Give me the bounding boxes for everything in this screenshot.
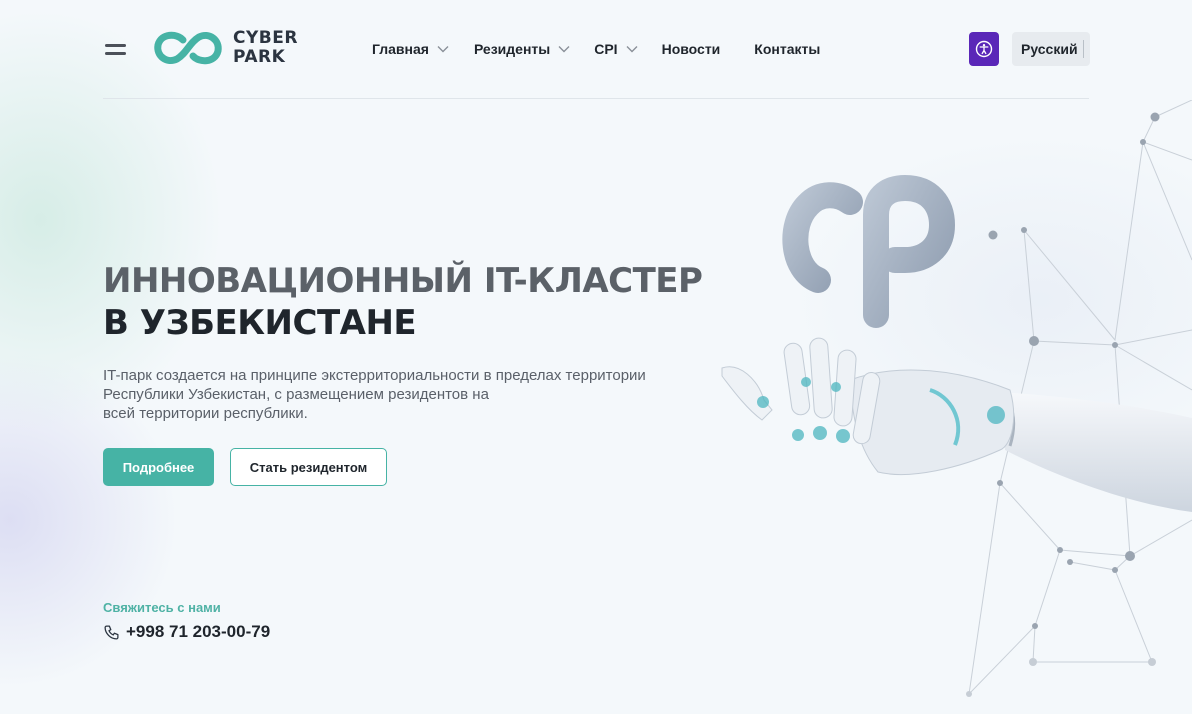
language-label: Русский: [1021, 41, 1078, 57]
accessibility-icon: [975, 40, 993, 58]
become-resident-button[interactable]: Стать резидентом: [230, 448, 387, 486]
infinity-logo-icon: [154, 31, 222, 65]
site-header: CYBER PARK Главная Резиденты CPI Новости…: [103, 0, 1090, 99]
chevron-down-icon: [626, 46, 638, 53]
chevron-down-icon: [437, 46, 449, 53]
nav-item-residents[interactable]: Резиденты: [474, 38, 570, 60]
nav-item-news[interactable]: Новости: [662, 38, 721, 60]
logo-line-cyber: CYBER: [233, 28, 298, 48]
hero-description: IT-парк создается на принципе экстеррито…: [103, 366, 673, 423]
language-selector[interactable]: Русский: [1012, 32, 1090, 66]
hero-description-line: Республики Узбекистан, с размещением рез…: [103, 386, 489, 403]
hero-description-line: IT-парк создается на принципе экстеррито…: [103, 367, 646, 384]
nav-item-label: Резиденты: [473, 41, 551, 57]
nav-item-cpi[interactable]: CPI: [594, 38, 638, 60]
hero-title: ИННОВАЦИОННЫЙ IT-КЛАСТЕР В УЗБЕКИСТАНЕ: [103, 260, 703, 344]
main-nav: Главная Резиденты CPI Новости Контакты: [372, 38, 820, 60]
chevron-down-icon: [558, 46, 570, 53]
nav-item-label: Контакты: [754, 41, 821, 57]
nav-item-contacts[interactable]: Контакты: [754, 38, 820, 60]
more-button[interactable]: Подробнее: [103, 448, 214, 486]
accessibility-button[interactable]: [969, 32, 999, 66]
phone-icon: [104, 624, 119, 640]
cyberpark-logo[interactable]: CYBER PARK: [153, 28, 298, 68]
logo-text: CYBER PARK: [233, 29, 298, 67]
nav-item-label: Главная: [372, 41, 429, 57]
contact-label: Свяжитесь с нами: [103, 600, 221, 615]
hero-title-line-1: ИННОВАЦИОННЫЙ IT-КЛАСТЕР: [103, 261, 703, 301]
nav-item-label: Новости: [661, 41, 721, 57]
hero-title-line-2: В УЗБЕКИСТАНЕ: [103, 303, 417, 343]
nav-item-home[interactable]: Главная: [372, 38, 449, 60]
phone-number: +998 71 203-00-79: [126, 622, 271, 641]
robot-hand-holding-cp-logo: [721, 100, 1192, 697]
nav-item-label: CPI: [594, 41, 618, 57]
logo-line-park: PARK: [233, 47, 286, 67]
contact-phone[interactable]: +998 71 203-00-79: [103, 622, 270, 642]
hero-description-line: всей территории республики.: [103, 405, 308, 422]
menu-icon[interactable]: [103, 40, 129, 58]
